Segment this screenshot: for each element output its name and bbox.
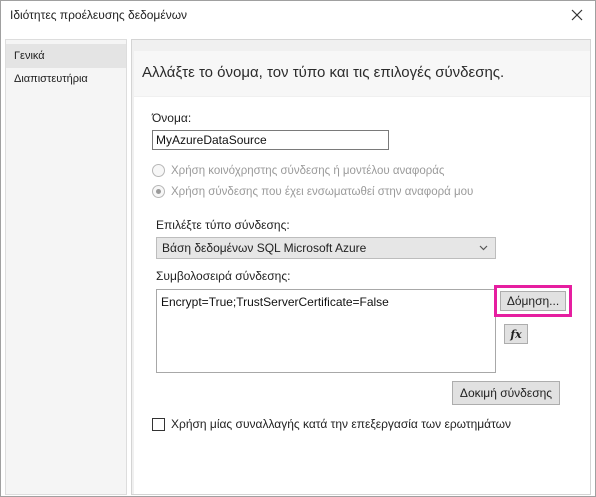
nav-item-credentials[interactable]: Διαπιστευτήρια: [6, 67, 126, 91]
radio-embedded-connection[interactable]: Χρήση σύνδεσης που έχει ενσωματωθεί στην…: [152, 185, 473, 198]
checkbox-box: [152, 417, 165, 431]
data-source-properties-dialog: Ιδιότητες προέλευσης δεδομένων Γενικά Δι…: [0, 0, 596, 497]
function-icon: fx: [510, 327, 522, 341]
name-label: Όνομα:: [152, 111, 192, 125]
radio-embedded-circle: [152, 185, 165, 198]
connection-type-value: Βάση δεδομένων SQL Microsoft Azure: [162, 241, 367, 255]
connection-type-select[interactable]: Βάση δεδομένων SQL Microsoft Azure: [156, 237, 496, 259]
content-body: Όνομα: MyAzureDataSource Χρήση κοινόχρησ…: [134, 97, 590, 494]
radio-shared-label: Χρήση κοινόχρηστης σύνδεσης ή μοντέλου α…: [171, 164, 445, 177]
single-transaction-checkbox[interactable]: Χρήση μίας συναλλαγής κατά την επεξεργασ…: [152, 417, 511, 431]
radio-shared-connection[interactable]: Χρήση κοινόχρηστης σύνδεσης ή μοντέλου α…: [152, 164, 444, 177]
close-button[interactable]: [559, 1, 595, 29]
content-pane: Αλλάξτε το όνομα, τον τύπο και τις επιλο…: [131, 39, 591, 495]
connection-string-label: Συμβολοσειρά σύνδεσης:: [156, 269, 291, 283]
chevron-down-icon: [479, 245, 488, 251]
navigation-pane: Γενικά Διαπιστευτήρια: [5, 39, 127, 495]
title-bar: Ιδιότητες προέλευσης δεδομένων: [1, 1, 595, 29]
connection-string-textarea[interactable]: Encrypt=True;TrustServerCertificate=Fals…: [156, 289, 496, 373]
name-input[interactable]: MyAzureDataSource: [152, 130, 389, 150]
radio-shared-circle: [152, 164, 165, 177]
nav-item-general[interactable]: Γενικά: [6, 44, 126, 68]
close-icon: [571, 9, 583, 21]
radio-embedded-label: Χρήση σύνδεσης που έχει ενσωματωθεί στην…: [171, 185, 474, 198]
single-transaction-label: Χρήση μίας συναλλαγής κατά την επεξεργασ…: [171, 417, 512, 431]
page-heading: Αλλάξτε το όνομα, τον τύπο και τις επιλο…: [142, 64, 505, 81]
dialog-title: Ιδιότητες προέλευσης δεδομένων: [10, 8, 188, 22]
expression-button[interactable]: fx: [504, 324, 528, 344]
connection-type-label: Επιλέξτε τύπο σύνδεσης:: [156, 218, 290, 232]
content-header: Αλλάξτε το όνομα, τον τύπο και τις επιλο…: [134, 51, 590, 96]
build-button[interactable]: Δόμηση...: [500, 291, 566, 311]
test-connection-button[interactable]: Δοκιμή σύνδεσης: [452, 381, 560, 405]
